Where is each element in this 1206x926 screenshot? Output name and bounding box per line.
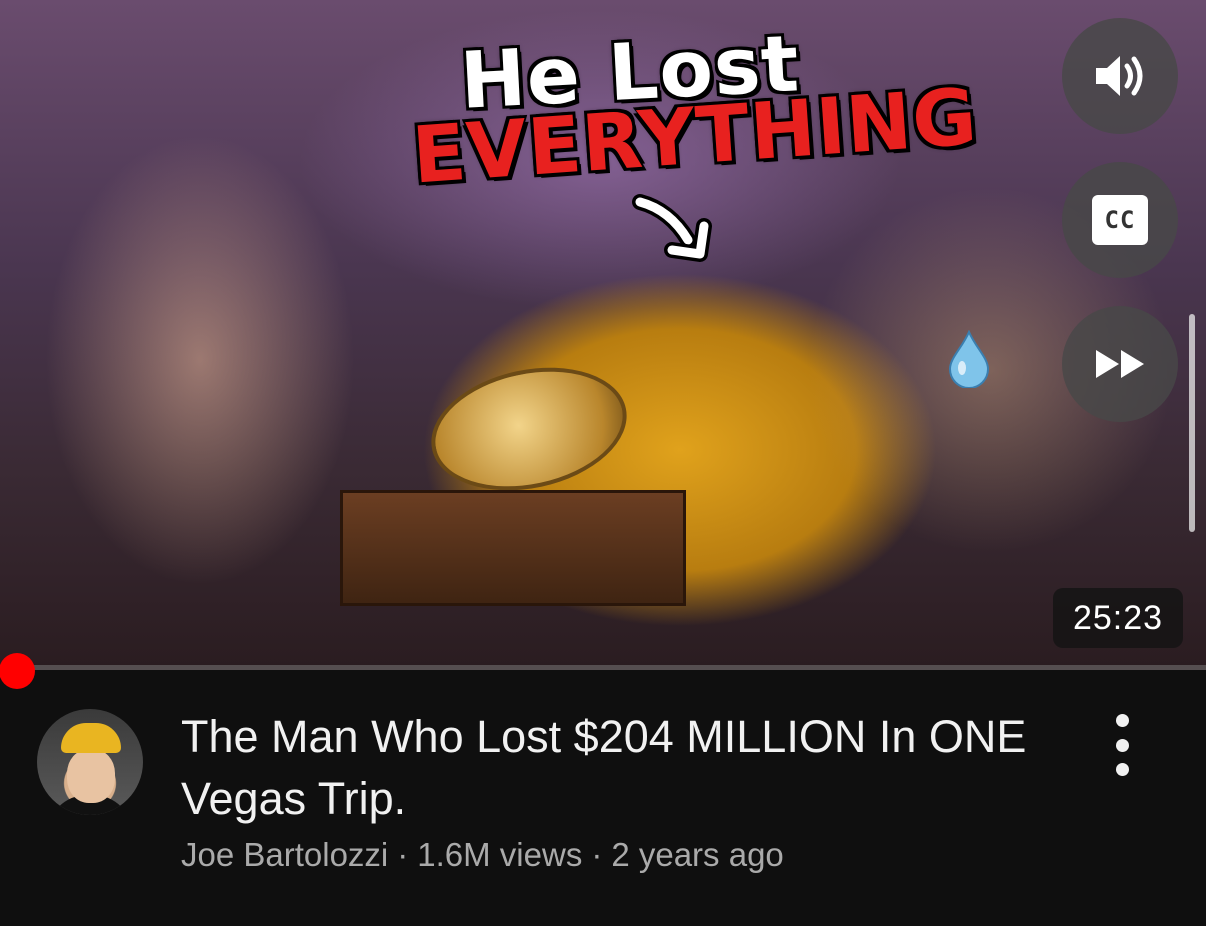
channel-name[interactable]: Joe Bartolozzi xyxy=(181,836,388,873)
view-count: 1.6M views xyxy=(417,836,583,873)
thumbnail-coin-image xyxy=(419,350,639,508)
thumbnail-arrow-icon xyxy=(632,194,712,262)
captions-button[interactable]: CC xyxy=(1062,162,1178,278)
teardrop-icon xyxy=(948,330,990,388)
more-options-button[interactable] xyxy=(1100,714,1144,776)
meta-separator: · xyxy=(397,836,409,873)
fast-forward-button[interactable] xyxy=(1062,306,1178,422)
cc-icon: CC xyxy=(1092,195,1148,245)
thumbnail-chest-image xyxy=(340,490,686,606)
progress-scrubber-handle[interactable] xyxy=(0,653,35,689)
more-options-icon xyxy=(1115,714,1129,727)
avatar-beanie xyxy=(61,723,121,753)
speaker-icon xyxy=(1096,56,1143,96)
progress-bar[interactable] xyxy=(0,665,1206,670)
scroll-indicator xyxy=(1189,314,1195,532)
meta-separator: · xyxy=(591,836,603,873)
avatar-face xyxy=(67,749,115,803)
video-player[interactable]: He Lost EVERYTHING CC 25:23 xyxy=(0,0,1206,670)
upload-age: 2 years ago xyxy=(611,836,784,873)
mute-button[interactable] xyxy=(1062,18,1178,134)
channel-avatar[interactable] xyxy=(37,709,143,815)
duration-badge: 25:23 xyxy=(1053,588,1183,648)
video-meta-line: Joe Bartolozzi · 1.6M views · 2 years ago xyxy=(181,836,784,874)
fast-forward-icon xyxy=(1096,350,1144,378)
video-title[interactable]: The Man Who Lost $204 MILLION In ONE Veg… xyxy=(181,706,1051,830)
